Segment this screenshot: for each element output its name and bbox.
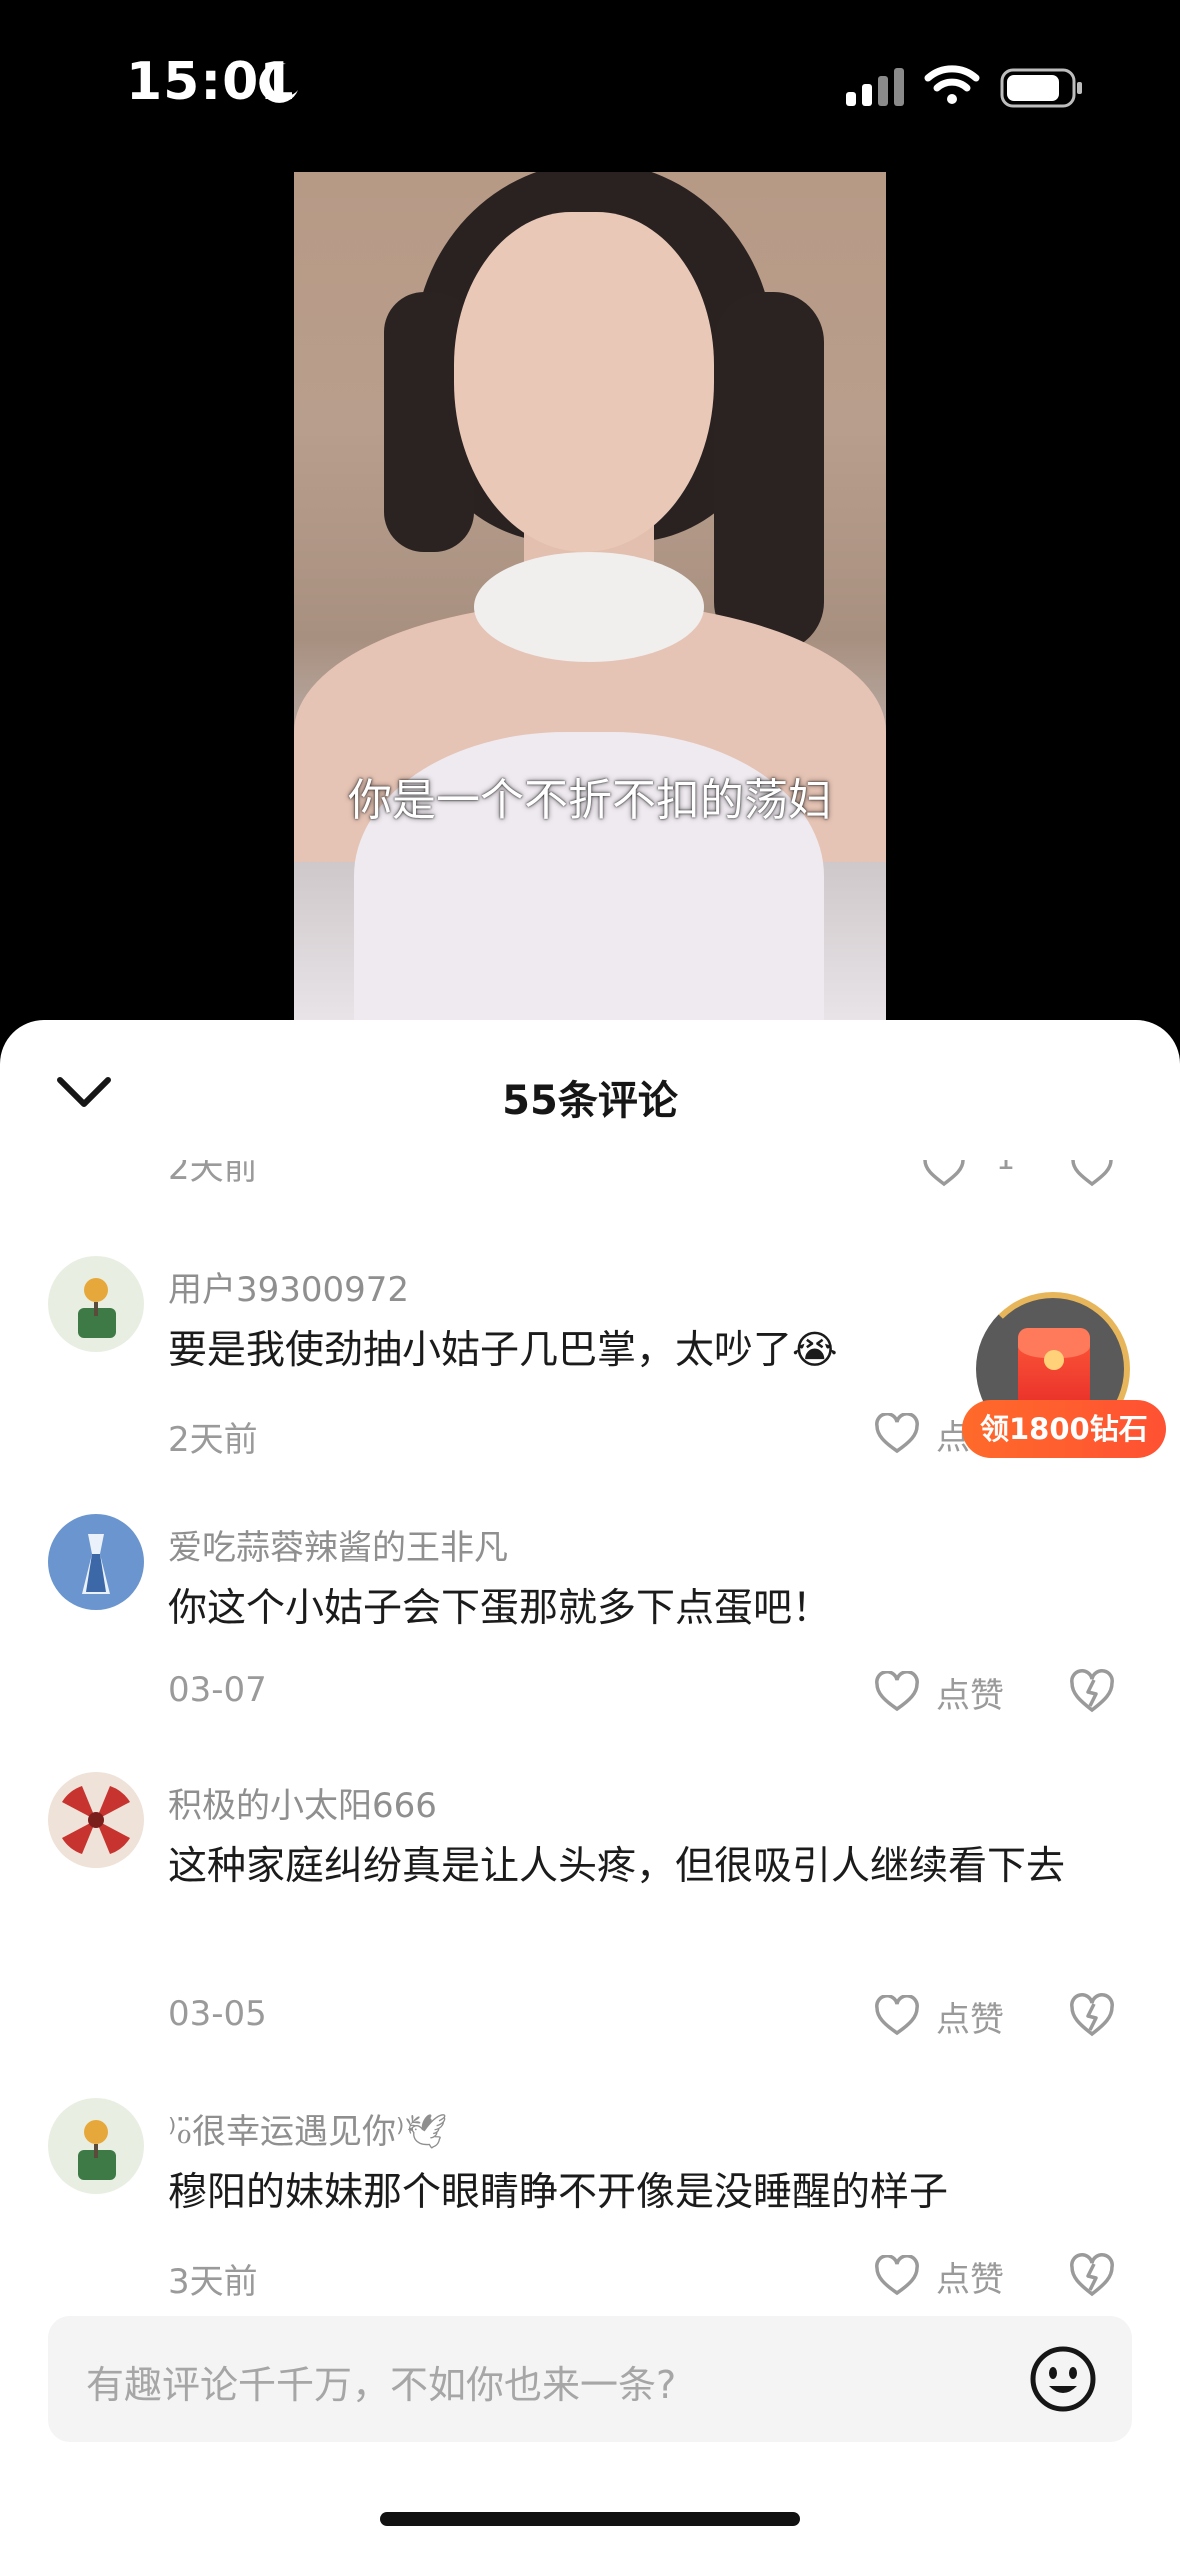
emoji-icon[interactable]	[1028, 2344, 1098, 2414]
heart-icon[interactable]	[922, 1160, 966, 1188]
status-bar: 15:01	[0, 0, 1180, 170]
video-figure-face	[454, 212, 714, 552]
dislike-heart-icon[interactable]	[1070, 1160, 1114, 1188]
avatar[interactable]	[48, 2098, 144, 2194]
comment-username[interactable]: 积极的小太阳666	[168, 1778, 437, 1827]
video-player[interactable]: 你是一个不折不扣的荡妇	[294, 172, 886, 1022]
dislike-heart-icon[interactable]	[1068, 1992, 1116, 2040]
heart-icon	[875, 1671, 919, 1712]
wifi-icon	[924, 65, 980, 104]
comment-username[interactable]: 爱吃蒜蓉辣酱的王非凡	[168, 1520, 508, 1569]
home-indicator[interactable]	[380, 2512, 800, 2526]
like-button[interactable]: 点赞	[874, 1668, 1004, 1716]
reward-label: 领1800钻石	[962, 1400, 1166, 1458]
like-label: 点赞	[936, 1999, 1004, 2040]
comment-text: 这种家庭纠纷真是让人头疼，但很吸引人继续看下去	[168, 1844, 1066, 1889]
like-label: 点赞	[936, 2259, 1004, 2300]
reward-badge[interactable]: 领1800钻石	[962, 1284, 1166, 1464]
comment-item: 积极的小太阳666 这种家庭纠纷真是让人头疼，但很吸引人继续看下去 03-05 …	[0, 1772, 1180, 2040]
comments-header: 55条评论	[0, 1020, 1180, 1160]
moon-icon	[259, 62, 298, 103]
dislike-heart-icon[interactable]	[1068, 2252, 1116, 2300]
video-subtitle: 你是一个不折不扣的荡妇	[348, 775, 832, 826]
comment-username[interactable]: ⁾ℴ̈很幸运遇见你⁾🕊	[168, 2104, 448, 2153]
comment-item: 爱吃蒜蓉辣酱的王非凡 你这个小姑子会下蛋那就多下点蛋吧！ 03-07 点赞	[0, 1514, 1180, 1716]
comment-input[interactable]: 有趣评论千千万，不如你也来一条?	[48, 2316, 1132, 2442]
heart-icon	[875, 1413, 919, 1454]
comment-item: ⁾ℴ̈很幸运遇见你⁾🕊 穆阳的妹妹那个眼睛睁不开像是没睡醒的样子 3天前 点赞	[0, 2098, 1180, 2318]
comment-username[interactable]: 用户39300972	[168, 1262, 409, 1311]
comment-time: 2天前	[168, 1420, 258, 1460]
like-button[interactable]: 点赞	[874, 2252, 1004, 2300]
comment-time: 3天前	[168, 2262, 258, 2302]
comment-text: 你这个小姑子会下蛋那就多下点蛋吧！	[168, 1586, 832, 1631]
heart-icon	[875, 1995, 919, 2036]
signal-icon	[846, 68, 904, 106]
comment-time: 03-05	[168, 1994, 267, 2034]
red-envelope-icon	[1018, 1328, 1090, 1408]
avatar[interactable]	[48, 1772, 144, 1868]
comment-input-placeholder: 有趣评论千千万，不如你也来一条?	[86, 2363, 677, 2407]
comment-time: 03-07	[168, 1670, 267, 1710]
avatar[interactable]	[48, 1256, 144, 1352]
clipped-time: 2天前	[168, 1160, 258, 1188]
dislike-heart-icon[interactable]	[1068, 1668, 1116, 1716]
heart-icon	[875, 2255, 919, 2296]
comments-title: 55条评论	[502, 1078, 678, 1124]
screen: 15:01 你是一个不折不扣的荡妇 55条评论 2天前 用户39300972 要…	[0, 0, 1180, 2556]
like-button[interactable]: 点赞	[874, 1992, 1004, 2040]
like-label: 点赞	[936, 1675, 1004, 1716]
comment-text: 穆阳的妹妹那个眼睛睁不开像是没睡醒的样子	[168, 2170, 949, 2215]
clipped-comment-row: 2天前 1	[0, 1160, 1180, 1194]
battery-icon	[1000, 68, 1082, 108]
clipped-like-count: 1	[996, 1160, 1015, 1177]
avatar[interactable]	[48, 1514, 144, 1610]
